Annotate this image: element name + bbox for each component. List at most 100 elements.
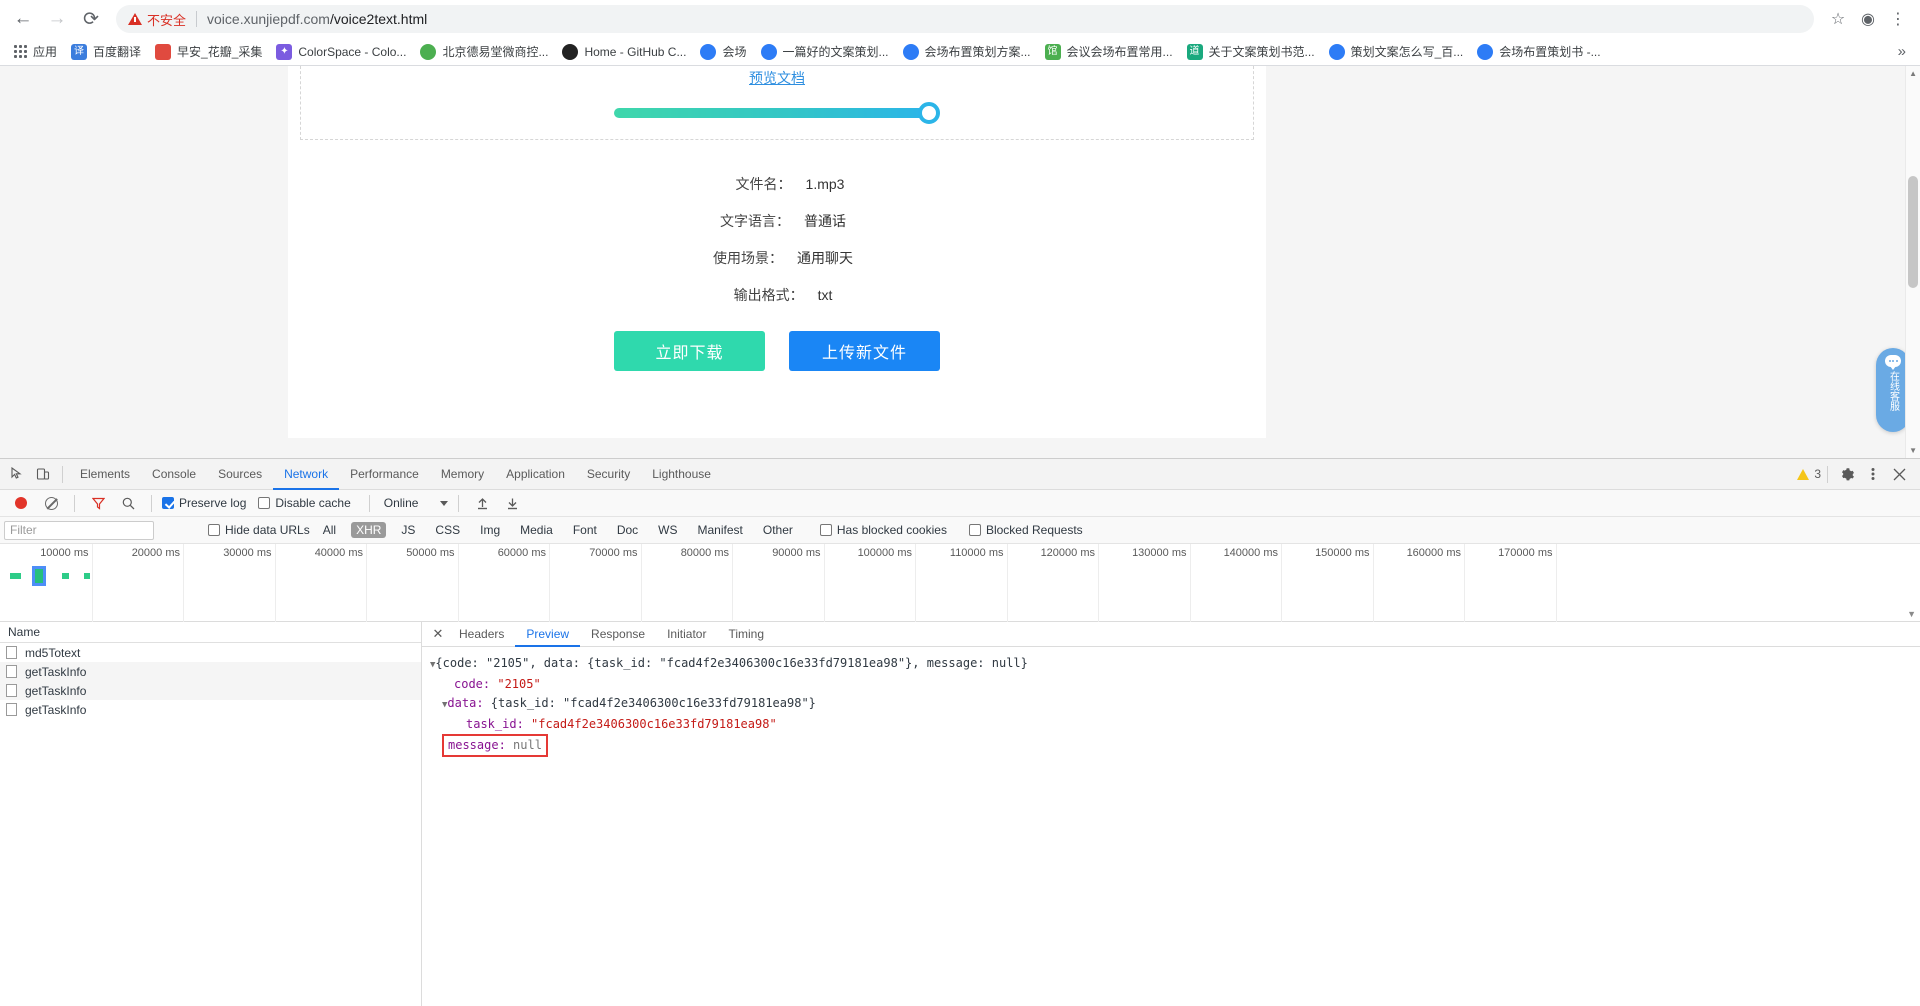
timeline-tick: 130000 ms [1132,544,1191,622]
bookmark-item[interactable]: 一篇好的文案策划... [755,41,895,63]
document-icon [6,703,17,716]
preview-document-link[interactable]: 预览文档 [301,68,1253,88]
tab-timing[interactable]: Timing [717,622,775,647]
throttle-dropdown[interactable]: Online [384,496,449,510]
timeline-tick-label: 100000 ms [857,547,912,559]
bookmark-item[interactable]: 会场 [694,41,752,63]
json-line-data[interactable]: ▼data: {task_id: "fcad4f2e3406300c16e33f… [430,694,1920,715]
profile-avatar-icon[interactable]: ◉ [1854,5,1882,33]
tab-elements[interactable]: Elements [69,459,141,490]
warning-triangle-icon [128,13,142,25]
disable-cache-checkbox[interactable]: Disable cache [258,496,351,510]
bookmark-item[interactable]: 馆会议会场布置常用... [1039,41,1179,63]
upload-new-file-button[interactable]: 上传新文件 [789,331,940,371]
page-scrollbar-thumb[interactable] [1908,176,1918,288]
tab-security[interactable]: Security [576,459,641,490]
filter-input[interactable] [4,520,154,540]
import-har-icon[interactable] [469,490,495,516]
tab-console[interactable]: Console [141,459,207,490]
type-filter-media[interactable]: Media [515,522,558,538]
record-icon[interactable] [8,490,34,516]
message-highlight-box: message: null [442,734,548,757]
bookmark-apps[interactable]: 应用 [8,41,63,63]
filter-icon[interactable] [85,490,111,516]
tab-memory[interactable]: Memory [430,459,495,490]
type-filter-doc[interactable]: Doc [612,522,643,538]
json-line-code: code: "2105" [430,675,1920,694]
tab-headers[interactable]: Headers [448,622,515,647]
overview-scroll-arrow[interactable]: ▼ [1907,609,1916,619]
scroll-down-arrow[interactable]: ▼ [1909,446,1917,455]
tab-application[interactable]: Application [495,459,576,490]
info-key: 输出格式： [733,287,804,303]
type-filter-js[interactable]: JS [396,522,420,538]
network-split-view: Name md5Totext getTaskInfo getTaskInfo g… [0,622,1920,1006]
table-row[interactable]: getTaskInfo [0,700,421,719]
timeline-tick: 170000 ms [1498,544,1557,622]
timeline-tick-label: 20000 ms [131,547,180,559]
type-filter-manifest[interactable]: Manifest [693,522,748,538]
tab-preview[interactable]: Preview [515,622,580,647]
preserve-log-checkbox[interactable]: Preserve log [162,496,246,510]
tab-sources[interactable]: Sources [207,459,273,490]
bookmark-item[interactable]: 早安_花瓣_采集 [149,41,268,63]
progress-track [614,108,927,118]
bookmark-star-icon[interactable]: ☆ [1824,5,1852,33]
bookmark-item[interactable]: Home - GitHub C... [556,41,692,63]
tab-response[interactable]: Response [580,622,656,647]
warnings-badge[interactable]: 3 [1797,467,1821,481]
network-overview-timeline[interactable]: 10000 ms 20000 ms 30000 ms 40000 ms 50000 ms… [0,544,1920,622]
tab-initiator[interactable]: Initiator [656,622,717,647]
clear-icon[interactable] [38,490,64,516]
bookmark-item[interactable]: 策划文案怎么写_百... [1323,41,1470,63]
timeline-tick-label: 110000 ms [949,547,1004,559]
tab-performance[interactable]: Performance [339,459,430,490]
progress-knob[interactable] [918,102,940,124]
tab-lighthouse[interactable]: Lighthouse [641,459,722,490]
close-icon[interactable] [1886,461,1912,487]
timeline-tick: 80000 ms [681,544,733,622]
close-icon[interactable]: ✕ [428,626,448,642]
page-scrollbar[interactable]: ▲ ▼ [1905,66,1920,458]
type-filter-xhr[interactable]: XHR [351,522,387,538]
bookmark-item[interactable]: 译百度翻译 [65,41,147,63]
type-filter-font[interactable]: Font [568,522,602,538]
type-filter-css[interactable]: CSS [430,522,465,538]
blocked-requests-checkbox[interactable]: Blocked Requests [968,523,1083,537]
forward-button[interactable]: → [42,4,72,34]
timeline-tick: 120000 ms [1041,544,1099,622]
kebab-menu-icon[interactable] [1860,461,1886,487]
reload-button[interactable]: ⟳ [76,4,106,34]
gear-icon[interactable] [1834,461,1860,487]
search-icon[interactable] [115,490,141,516]
bookmark-item[interactable]: 会场布置策划书 -... [1471,41,1606,63]
table-row[interactable]: getTaskInfo [0,681,421,700]
security-status[interactable]: 不安全 [128,10,186,29]
address-bar[interactable]: 不安全 voice.xunjiepdf.com/voice2text.html [116,5,1814,33]
device-toolbar-icon[interactable] [30,461,56,487]
json-summary-line[interactable]: ▼{code: "2105", data: {task_id: "fcad4f2… [430,654,1920,675]
export-har-icon[interactable] [499,490,525,516]
warnings-count: 3 [1814,467,1821,481]
type-filter-img[interactable]: Img [475,522,505,538]
inspect-element-icon[interactable] [4,461,30,487]
download-now-button[interactable]: 立即下载 [614,331,765,371]
type-filter-other[interactable]: Other [758,522,798,538]
table-row[interactable]: getTaskInfo [0,662,421,681]
chrome-menu-icon[interactable]: ⋮ [1884,5,1912,33]
has-blocked-cookies-checkbox[interactable]: Has blocked cookies [819,523,947,537]
type-filter-ws[interactable]: WS [653,522,682,538]
conversion-result-card: 预览文档 文件名： 1.mp3 文字语言： 普通话 使用场景： 通用聊天 输出格… [288,66,1266,438]
bookmark-item[interactable]: 道关于文案策划书范... [1181,41,1321,63]
type-filter-all[interactable]: All [318,522,341,538]
bookmark-item[interactable]: 北京德易堂微商控... [414,41,554,63]
scroll-up-arrow[interactable]: ▲ [1909,69,1917,78]
table-row[interactable]: md5Totext [0,643,421,662]
hide-data-urls-checkbox[interactable]: Hide data URLs [208,523,310,537]
bookmark-item[interactable]: 会场布置策划方案... [897,41,1037,63]
bookmark-item[interactable]: ✦ ColorSpace - Colo... [270,41,412,63]
tab-network[interactable]: Network [273,459,339,490]
checkbox-box [208,524,220,536]
back-button[interactable]: ← [8,4,38,34]
bookmarks-overflow-button[interactable]: » [1892,43,1912,60]
